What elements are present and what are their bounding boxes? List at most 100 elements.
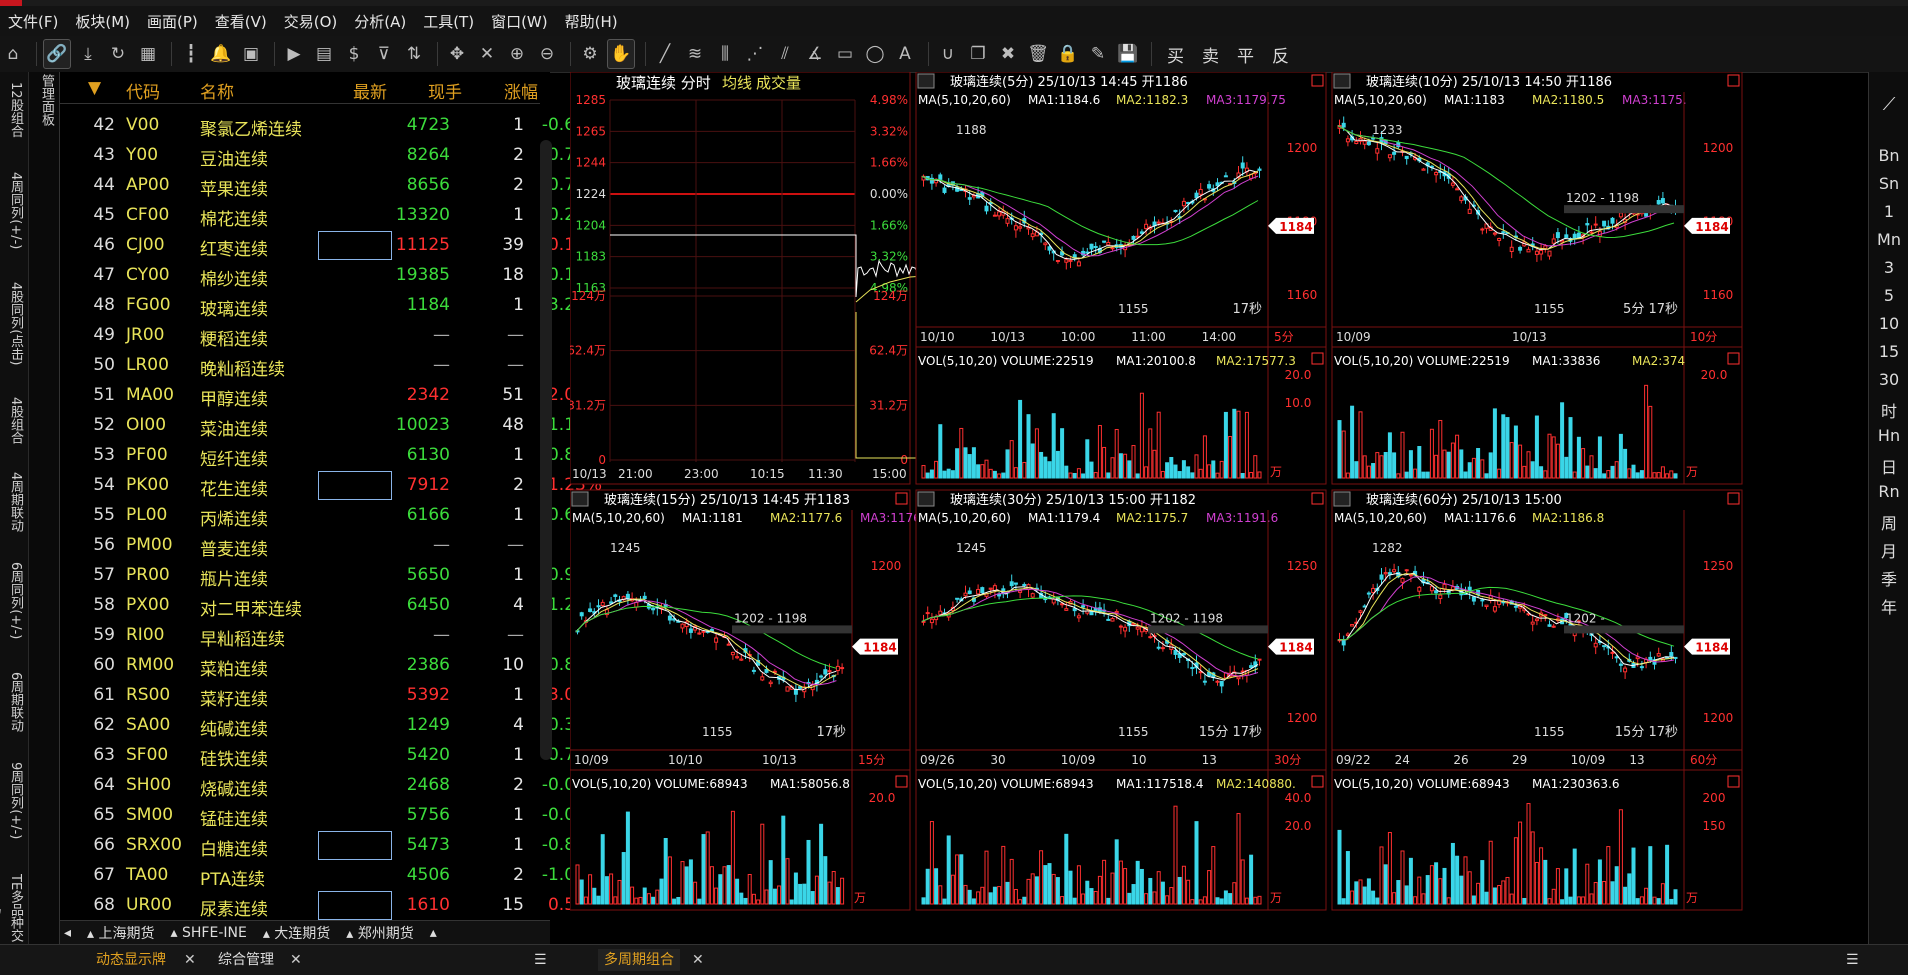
- period-option[interactable]: 月: [1869, 538, 1908, 562]
- document-icon[interactable]: ▤: [311, 40, 337, 68]
- menu-tools[interactable]: 工具(T): [415, 11, 483, 32]
- text-tool-icon[interactable]: A: [892, 40, 918, 68]
- move-icon[interactable]: ✥: [444, 40, 470, 68]
- lock-icon[interactable]: 🔒: [1055, 40, 1081, 68]
- trash-icon[interactable]: 🗑: [1025, 40, 1051, 68]
- grid-icon[interactable]: ▦: [135, 40, 161, 68]
- list-row[interactable]: 59RI00早籼稻连续———: [60, 620, 602, 650]
- list-row[interactable]: 58PX00对二甲苯连续64504-1.26%: [60, 590, 602, 620]
- period-option[interactable]: Sn: [1869, 174, 1908, 193]
- tab-dynamic-board[interactable]: 动态显示牌: [90, 949, 172, 971]
- line-tool-icon[interactable]: ╱: [652, 40, 678, 68]
- list-row[interactable]: 42V00聚氯乙烯连续47231-0.65%: [60, 110, 602, 140]
- refresh-icon[interactable]: ↻: [105, 40, 131, 68]
- menu-view[interactable]: 查看(V): [207, 11, 276, 32]
- period-option[interactable]: 周: [1869, 510, 1908, 534]
- list-row[interactable]: 66SRX00白糖连续54731-0.80%: [60, 830, 602, 860]
- period-option[interactable]: 30: [1869, 370, 1908, 389]
- tab-multi-period[interactable]: 多周期组合: [598, 949, 680, 971]
- layout-tab[interactable]: 12股组合: [2, 82, 26, 138]
- menu-icon[interactable]: ☰: [1840, 949, 1865, 971]
- close-position-button[interactable]: 平: [1228, 42, 1263, 67]
- scroll-up-icon[interactable]: ▴: [424, 925, 447, 941]
- list-row[interactable]: 56PM00普麦连续———: [60, 530, 602, 560]
- layout-tab[interactable]: TE多品种交易: [0, 872, 26, 944]
- list-row[interactable]: 43Y00豆油连续82642-0.72%: [60, 140, 602, 170]
- period-option[interactable]: 3: [1869, 258, 1908, 277]
- exchange-tab-dce[interactable]: ▴ 大连期货: [257, 923, 340, 943]
- list-row[interactable]: 48FG00玻璃连续11841-3.27%: [60, 290, 602, 320]
- exchange-tab-czce[interactable]: ▴ 郑州期货: [340, 923, 423, 943]
- settings-icon[interactable]: ⚙: [577, 40, 603, 68]
- play-icon[interactable]: ▶: [281, 40, 307, 68]
- angle-tool-icon[interactable]: ∡: [802, 40, 828, 68]
- col-header-name[interactable]: 名称: [200, 78, 234, 103]
- menu-file[interactable]: 文件(F): [0, 11, 67, 32]
- col-header-code[interactable]: 代码: [126, 78, 160, 103]
- rectangle-tool-icon[interactable]: ▭: [832, 40, 858, 68]
- save-icon[interactable]: 💾: [1115, 40, 1141, 68]
- pen-icon[interactable]: ✎: [1085, 40, 1111, 68]
- period-tool-icon[interactable]: ⫼: [712, 40, 738, 68]
- list-row[interactable]: 64SH00烧碱连续24682-0.04%: [60, 770, 602, 800]
- list-scrollbar[interactable]: [540, 140, 552, 760]
- bell-icon[interactable]: 🔔: [208, 40, 234, 68]
- fan-tool-icon[interactable]: ⋰: [742, 40, 768, 68]
- period-option[interactable]: 1: [1869, 202, 1908, 221]
- parallel-tool-icon[interactable]: ⫽: [772, 40, 798, 68]
- hand-icon[interactable]: ✋: [607, 39, 635, 69]
- zoom-in-icon[interactable]: ⊕: [504, 40, 530, 68]
- menu-screen[interactable]: 画面(P): [139, 11, 207, 32]
- layout-tab[interactable]: 4周期联动: [2, 472, 26, 532]
- dollar-icon[interactable]: $: [341, 40, 367, 68]
- sell-button[interactable]: 卖: [1193, 42, 1228, 67]
- reverse-position-button[interactable]: 反: [1263, 42, 1298, 67]
- tab-general-manage[interactable]: 综合管理: [212, 949, 280, 971]
- col-header-change[interactable]: 涨幅: [504, 78, 538, 103]
- buy-button[interactable]: 买: [1158, 42, 1193, 67]
- list-row[interactable]: 61RS00菜籽连续539213.00%: [60, 680, 602, 710]
- list-row[interactable]: 51MA00甲醇连续2342512.05%: [60, 380, 602, 410]
- period-option[interactable]: 时: [1869, 398, 1908, 422]
- list-row[interactable]: 68UR00尿素连续1610150.56%: [60, 890, 602, 920]
- list-row[interactable]: 60RM00菜粕连续238610-0.83%: [60, 650, 602, 680]
- list-row[interactable]: 46CJ00红枣连续11125390.14%: [60, 230, 602, 260]
- line-chart-icon[interactable]: ⟋: [1869, 94, 1908, 115]
- charts-canvas[interactable]: 玻璃连续 分时 均线 成交量 1285 4.98% 1265 3.32% 1244 1.66% 1…: [567, 71, 1866, 940]
- list-row[interactable]: 49JR00粳稻连续———: [60, 320, 602, 350]
- close-icon[interactable]: ✕: [284, 949, 308, 971]
- exchange-tab-ine[interactable]: ▴ SHFE-INE: [165, 925, 257, 941]
- list-row[interactable]: 53PF00短纤连续61301-0.87%: [60, 440, 602, 470]
- layout-tab[interactable]: 4股组合: [2, 397, 26, 444]
- list-row[interactable]: 63SF00硅铁连续54201-0.70%: [60, 740, 602, 770]
- close-icon[interactable]: ✕: [686, 949, 710, 971]
- delete-icon[interactable]: ✖: [995, 40, 1021, 68]
- period-option[interactable]: Rn: [1869, 482, 1908, 501]
- layout-tab[interactable]: 9周同列(+/-): [2, 762, 26, 839]
- cross-icon[interactable]: ✕: [474, 40, 500, 68]
- chart-icon[interactable]: ▣: [238, 40, 264, 68]
- period-option[interactable]: Hn: [1869, 426, 1908, 445]
- period-option[interactable]: Mn: [1869, 230, 1908, 249]
- list-row[interactable]: 62SA00纯碱连续12494-0.32%: [60, 710, 602, 740]
- period-option[interactable]: 年: [1869, 594, 1908, 618]
- layout-tab[interactable]: 4周同列(+/-): [2, 172, 26, 249]
- scroll-left-icon[interactable]: ◂: [60, 925, 81, 941]
- list-row[interactable]: 44AP00苹果连续86562-0.75%: [60, 170, 602, 200]
- col-header-volume[interactable]: 现手: [428, 78, 462, 103]
- list-row[interactable]: 50LR00晚籼稻连续———: [60, 350, 602, 380]
- ellipse-tool-icon[interactable]: ◯: [862, 40, 888, 68]
- layout-tab[interactable]: 6周期联动: [2, 672, 26, 732]
- download-icon[interactable]: ⤓: [75, 40, 101, 68]
- menu-sector[interactable]: 板块(M): [67, 11, 139, 32]
- list-row[interactable]: 47CY00棉纱连续1938518-0.15%: [60, 260, 602, 290]
- menu-trade[interactable]: 交易(O): [276, 11, 347, 32]
- list-row[interactable]: 57PR00瓶片连续56501-0.91%: [60, 560, 602, 590]
- period-option[interactable]: Bn: [1869, 146, 1908, 165]
- menu-window[interactable]: 窗口(W): [483, 11, 557, 32]
- magnet-icon[interactable]: ∪: [935, 40, 961, 68]
- period-option[interactable]: 5: [1869, 286, 1908, 305]
- period-option[interactable]: 季: [1869, 566, 1908, 590]
- sort-icon[interactable]: ⇅: [401, 40, 427, 68]
- sort-indicator-icon[interactable]: ▼: [88, 78, 101, 98]
